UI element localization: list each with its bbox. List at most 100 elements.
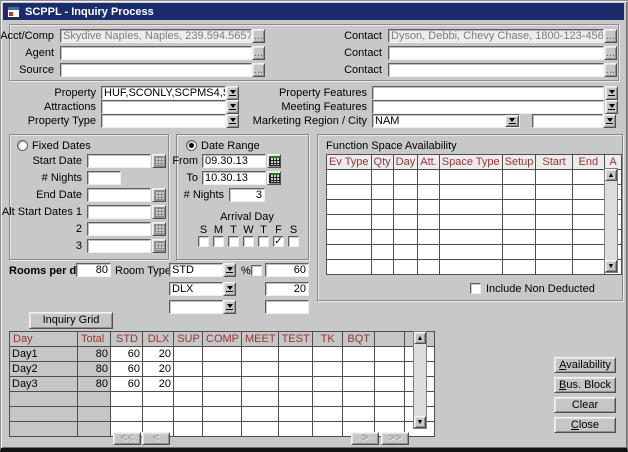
grid-cell[interactable] bbox=[342, 407, 374, 422]
grid-cell[interactable] bbox=[374, 362, 404, 377]
marketing-city-field[interactable] bbox=[532, 114, 603, 128]
grid-cell[interactable] bbox=[312, 362, 342, 377]
fs-cell[interactable] bbox=[439, 185, 502, 200]
grid-cell[interactable] bbox=[242, 392, 279, 407]
grid-cell[interactable]: 20 bbox=[143, 377, 174, 392]
arrival-checkbox-fri[interactable] bbox=[273, 236, 284, 247]
grid-cell[interactable] bbox=[342, 377, 374, 392]
fs-cell[interactable] bbox=[371, 170, 393, 185]
arrival-checkbox-tue[interactable] bbox=[228, 236, 239, 247]
grid-cell[interactable] bbox=[174, 362, 203, 377]
marketing-region-field[interactable]: NAM bbox=[372, 114, 520, 128]
grid-cell[interactable] bbox=[278, 407, 312, 422]
acct-comp-browse-button[interactable]: ... bbox=[252, 29, 265, 43]
end-date-calendar-button[interactable] bbox=[152, 188, 166, 202]
grid-cell[interactable] bbox=[342, 392, 374, 407]
property-type-field[interactable] bbox=[101, 114, 226, 128]
grid-cell[interactable] bbox=[203, 392, 242, 407]
grid-cell[interactable] bbox=[342, 362, 374, 377]
grid-first-button[interactable]: << bbox=[113, 432, 141, 445]
room-type-2-field[interactable]: DLX bbox=[169, 282, 223, 296]
fs-cell[interactable] bbox=[418, 185, 440, 200]
contact3-browse-button[interactable]: ... bbox=[604, 63, 617, 77]
fs-cell[interactable] bbox=[371, 200, 393, 215]
fs-cell[interactable] bbox=[572, 185, 604, 200]
alt-start-1-field[interactable] bbox=[87, 205, 151, 219]
contact2-field[interactable] bbox=[388, 46, 604, 60]
scroll-down-icon[interactable]: ▼ bbox=[605, 260, 617, 272]
contact3-field[interactable] bbox=[388, 63, 604, 77]
grid-cell[interactable]: 20 bbox=[143, 347, 174, 362]
grid-cell[interactable] bbox=[203, 347, 242, 362]
grid-cell[interactable] bbox=[203, 422, 242, 437]
scroll-up-icon[interactable]: ▲ bbox=[605, 169, 617, 181]
grid-cell[interactable]: 60 bbox=[111, 377, 143, 392]
fs-cell[interactable] bbox=[502, 215, 536, 230]
arrival-checkbox-sun[interactable] bbox=[198, 236, 209, 247]
grid-cell[interactable]: 60 bbox=[111, 347, 143, 362]
grid-cell[interactable] bbox=[174, 347, 203, 362]
from-calendar-button[interactable] bbox=[267, 154, 281, 168]
fs-cell[interactable] bbox=[536, 260, 572, 275]
fs-scrollbar[interactable]: ▲ ▼ bbox=[604, 168, 618, 273]
room-type-3-count-field[interactable] bbox=[265, 300, 309, 314]
arrival-checkbox-thu[interactable] bbox=[258, 236, 269, 247]
close-button[interactable]: Close bbox=[554, 417, 616, 433]
fs-cell[interactable] bbox=[371, 215, 393, 230]
fs-cell[interactable] bbox=[536, 245, 572, 260]
grid-cell[interactable] bbox=[242, 347, 279, 362]
grid-cell[interactable] bbox=[143, 407, 174, 422]
grid-cell[interactable] bbox=[374, 392, 404, 407]
grid-cell[interactable] bbox=[312, 407, 342, 422]
fs-cell[interactable] bbox=[418, 260, 440, 275]
fs-cell[interactable] bbox=[502, 185, 536, 200]
grid-cell[interactable] bbox=[242, 407, 279, 422]
fs-cell[interactable] bbox=[439, 200, 502, 215]
grid-cell[interactable]: 60 bbox=[111, 362, 143, 377]
fs-cell[interactable] bbox=[439, 215, 502, 230]
to-calendar-button[interactable] bbox=[267, 171, 281, 185]
fs-cell[interactable] bbox=[371, 260, 393, 275]
fs-cell[interactable] bbox=[393, 200, 418, 215]
grid-cell[interactable] bbox=[174, 422, 203, 437]
source-field[interactable] bbox=[60, 63, 252, 77]
fs-cell[interactable] bbox=[572, 245, 604, 260]
fs-cell[interactable] bbox=[502, 200, 536, 215]
marketing-city-dropdown-button[interactable] bbox=[603, 114, 616, 128]
grid-cell[interactable] bbox=[374, 407, 404, 422]
grid-cell[interactable] bbox=[278, 422, 312, 437]
attractions-dropdown-button[interactable] bbox=[226, 100, 239, 114]
grid-cell[interactable] bbox=[203, 407, 242, 422]
alt-start-1-calendar-button[interactable] bbox=[152, 205, 166, 219]
property-type-dropdown-button[interactable] bbox=[226, 114, 239, 128]
grid-cell[interactable] bbox=[374, 347, 404, 362]
fs-cell[interactable] bbox=[536, 200, 572, 215]
grid-scrollbar[interactable]: ▲ ▼ bbox=[413, 331, 427, 429]
fs-cell[interactable] bbox=[572, 230, 604, 245]
scroll-down-icon[interactable]: ▼ bbox=[414, 416, 426, 428]
fs-cell[interactable] bbox=[327, 245, 372, 260]
alt-start-2-calendar-button[interactable] bbox=[152, 222, 166, 236]
grid-cell[interactable] bbox=[312, 392, 342, 407]
alt-start-3-field[interactable] bbox=[87, 239, 151, 253]
grid-cell[interactable] bbox=[203, 362, 242, 377]
room-type-3-field[interactable] bbox=[169, 300, 223, 314]
clear-button[interactable]: Clear bbox=[554, 397, 616, 413]
arrival-checkbox-mon[interactable] bbox=[213, 236, 224, 247]
grid-cell[interactable] bbox=[312, 422, 342, 437]
fs-cell[interactable] bbox=[371, 185, 393, 200]
fs-cell[interactable] bbox=[393, 215, 418, 230]
grid-cell[interactable] bbox=[278, 392, 312, 407]
rooms-per-day-field[interactable]: 80 bbox=[76, 263, 111, 277]
fs-cell[interactable] bbox=[536, 170, 572, 185]
grid-cell[interactable] bbox=[174, 377, 203, 392]
fs-cell[interactable] bbox=[572, 170, 604, 185]
fs-cell[interactable] bbox=[371, 245, 393, 260]
room-type-3-dropdown-button[interactable] bbox=[223, 300, 236, 314]
fs-cell[interactable] bbox=[327, 230, 372, 245]
arrival-checkbox-sat[interactable] bbox=[288, 236, 299, 247]
grid-cell[interactable] bbox=[111, 407, 143, 422]
grid-prev-button[interactable]: < bbox=[142, 432, 170, 445]
grid-cell[interactable] bbox=[242, 377, 279, 392]
fs-cell[interactable] bbox=[418, 200, 440, 215]
